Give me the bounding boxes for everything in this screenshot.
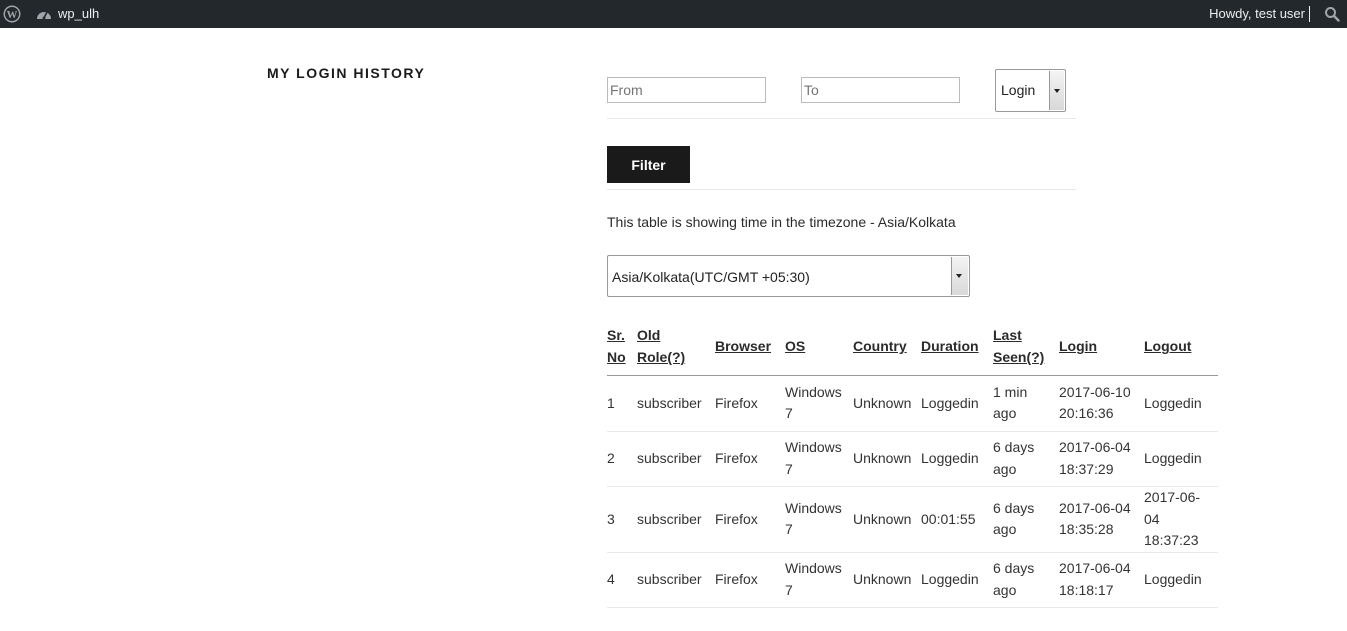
column-header-country[interactable]: Country — [853, 324, 921, 376]
cell-logout: Loggedin — [1144, 375, 1218, 432]
cell-logout: 2017-06-04 18:37:23 — [1144, 486, 1218, 553]
column-header-browser[interactable]: Browser — [715, 324, 785, 376]
column-header-logout[interactable]: Logout — [1144, 324, 1218, 376]
timezone-info-text: This table is showing time in the timezo… — [607, 214, 956, 230]
table-header-row: Sr. No Old Role(?) Browser OS Country Dura… — [607, 324, 1218, 376]
column-header-last-seen[interactable]: Last Seen(?) — [993, 324, 1059, 376]
cell-sr-no: 3 — [607, 486, 637, 553]
table-row: 2 subscriber Firefox Windows 7 Unknown Lo… — [607, 431, 1218, 487]
cell-last-seen: 6 days ago — [993, 431, 1059, 487]
column-header-old-role[interactable]: Old Role(?) — [637, 324, 715, 376]
column-header-duration[interactable]: Duration — [921, 324, 993, 376]
column-header-os[interactable]: OS — [785, 324, 853, 376]
chevron-down-icon[interactable] — [951, 257, 968, 295]
howdy-user-link[interactable]: Howdy, test user — [1209, 6, 1305, 21]
cell-os: Windows 7 — [785, 431, 853, 487]
divider — [607, 118, 1076, 119]
cell-old-role: subscriber — [637, 486, 715, 553]
cell-login: 2017-06-10 20:16:36 — [1059, 375, 1144, 432]
cell-duration: Loggedin — [921, 375, 993, 432]
page-title: MY LOGIN HISTORY — [267, 65, 426, 81]
dashboard-icon[interactable] — [36, 7, 52, 21]
cell-logout: Loggedin — [1144, 552, 1218, 608]
cell-browser: Firefox — [715, 486, 785, 553]
cell-old-role: subscriber — [637, 552, 715, 608]
filter-button[interactable]: Filter — [607, 146, 690, 183]
table-row: 4 subscriber Firefox Windows 7 Unknown Lo… — [607, 552, 1218, 608]
login-history-table: Sr. No Old Role(?) Browser OS Country Dura… — [607, 324, 1218, 608]
table-row: 3 subscriber Firefox Windows 7 Unknown 00… — [607, 486, 1218, 553]
cell-os: Windows 7 — [785, 375, 853, 432]
cell-login: 2017-06-04 18:35:28 — [1059, 486, 1144, 553]
cell-browser: Firefox — [715, 431, 785, 487]
wordpress-logo-icon[interactable]: W — [3, 5, 21, 23]
cell-os: Windows 7 — [785, 486, 853, 553]
cell-last-seen: 6 days ago — [993, 552, 1059, 608]
cell-sr-no: 2 — [607, 431, 637, 487]
cell-logout: Loggedin — [1144, 431, 1218, 487]
cell-country: Unknown — [853, 486, 921, 553]
cell-sr-no: 4 — [607, 552, 637, 608]
column-header-login[interactable]: Login — [1059, 324, 1144, 376]
cell-browser: Firefox — [715, 375, 785, 432]
divider — [607, 189, 1076, 190]
cell-login: 2017-06-04 18:18:17 — [1059, 552, 1144, 608]
cell-login: 2017-06-04 18:37:29 — [1059, 431, 1144, 487]
column-header-sr-no[interactable]: Sr. No — [607, 324, 637, 376]
cell-country: Unknown — [853, 431, 921, 487]
cell-duration: Loggedin — [921, 552, 993, 608]
cell-old-role: subscriber — [637, 431, 715, 487]
login-type-value: Login — [1001, 82, 1036, 98]
svg-text:W: W — [7, 9, 18, 21]
table-row: 1 subscriber Firefox Windows 7 Unknown Lo… — [607, 375, 1218, 432]
search-icon[interactable] — [1324, 6, 1340, 22]
cell-country: Unknown — [853, 375, 921, 432]
cell-old-role: subscriber — [637, 375, 715, 432]
chevron-down-icon[interactable] — [1049, 71, 1064, 110]
cell-country: Unknown — [853, 552, 921, 608]
cell-os: Windows 7 — [785, 552, 853, 608]
login-type-select[interactable]: Login — [995, 69, 1066, 112]
site-name-link[interactable]: wp_ulh — [58, 6, 99, 21]
cell-last-seen: 6 days ago — [993, 486, 1059, 553]
adminbar-separator — [1309, 6, 1310, 22]
cell-browser: Firefox — [715, 552, 785, 608]
cell-last-seen: 1 min ago — [993, 375, 1059, 432]
timezone-value: Asia/Kolkata(UTC/GMT +05:30) — [612, 269, 810, 285]
from-date-input[interactable] — [607, 77, 766, 103]
admin-bar: W wp_ulh Howdy, test user — [0, 0, 1347, 28]
cell-duration: Loggedin — [921, 431, 993, 487]
timezone-select[interactable]: Asia/Kolkata(UTC/GMT +05:30) — [607, 255, 970, 297]
cell-duration: 00:01:55 — [921, 486, 993, 553]
to-date-input[interactable] — [801, 77, 960, 103]
cell-sr-no: 1 — [607, 375, 637, 432]
